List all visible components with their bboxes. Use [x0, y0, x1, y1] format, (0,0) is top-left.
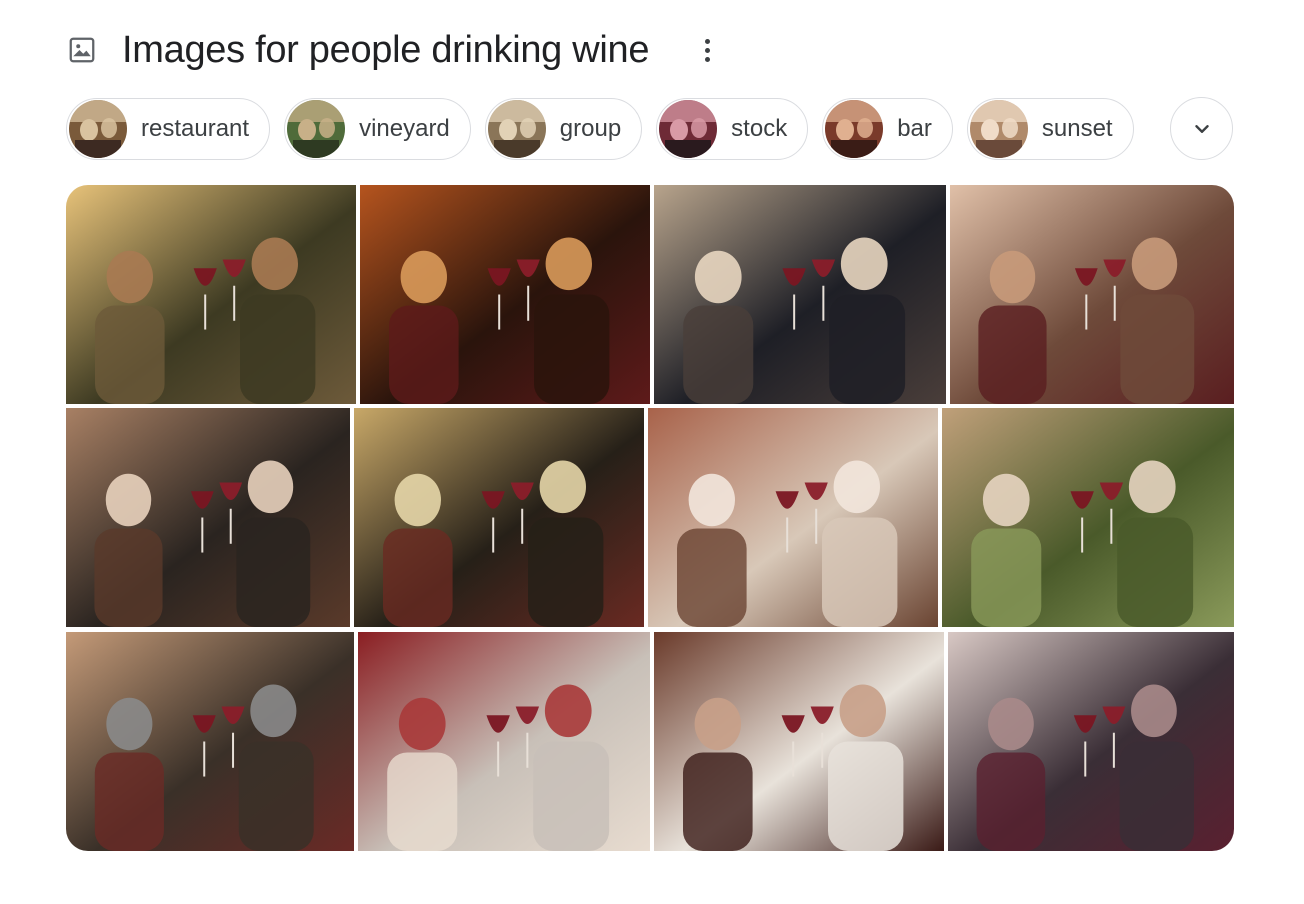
chevron-down-icon — [1194, 124, 1209, 133]
chip-group[interactable]: group — [484, 98, 643, 160]
image-result[interactable] — [654, 185, 946, 404]
chip-thumbnail — [487, 100, 546, 158]
image-result[interactable] — [358, 632, 650, 851]
image-result[interactable] — [948, 632, 1234, 851]
image-result[interactable] — [360, 185, 650, 404]
chip-restaurant[interactable]: restaurant — [66, 98, 271, 160]
refinement-chips: restaurant vineyard group stock bar sunset — [66, 97, 1148, 161]
image-result[interactable] — [66, 185, 356, 404]
chip-label: bar — [897, 115, 932, 142]
chip-label: vineyard — [359, 115, 450, 142]
image-result[interactable] — [648, 408, 938, 627]
chip-thumbnail — [287, 100, 346, 158]
chip-thumbnail — [825, 100, 884, 158]
chip-thumbnail — [69, 100, 127, 158]
image-result[interactable] — [66, 408, 350, 627]
more-vert-icon[interactable] — [695, 30, 719, 70]
section-title: Images for people drinking wine — [122, 28, 650, 71]
expand-chips-button[interactable] — [1170, 97, 1233, 160]
chip-vineyard[interactable]: vineyard — [284, 98, 471, 160]
chip-label: restaurant — [141, 115, 250, 142]
chip-label: sunset — [1041, 115, 1113, 142]
image-result[interactable] — [354, 408, 644, 627]
image-icon — [66, 34, 98, 66]
chip-label: group — [559, 115, 622, 142]
image-grid — [66, 185, 1234, 851]
chip-thumbnail — [969, 100, 1028, 158]
chip-bar[interactable]: bar — [822, 98, 953, 160]
chip-sunset[interactable]: sunset — [966, 98, 1134, 160]
image-result[interactable] — [654, 632, 944, 851]
chip-label: stock — [731, 115, 788, 142]
image-result[interactable] — [950, 185, 1234, 404]
section-header: Images for people drinking wine — [66, 22, 719, 78]
chip-thumbnail — [659, 100, 718, 158]
image-result[interactable] — [66, 632, 354, 851]
chip-stock[interactable]: stock — [656, 98, 809, 160]
image-result[interactable] — [942, 408, 1234, 627]
